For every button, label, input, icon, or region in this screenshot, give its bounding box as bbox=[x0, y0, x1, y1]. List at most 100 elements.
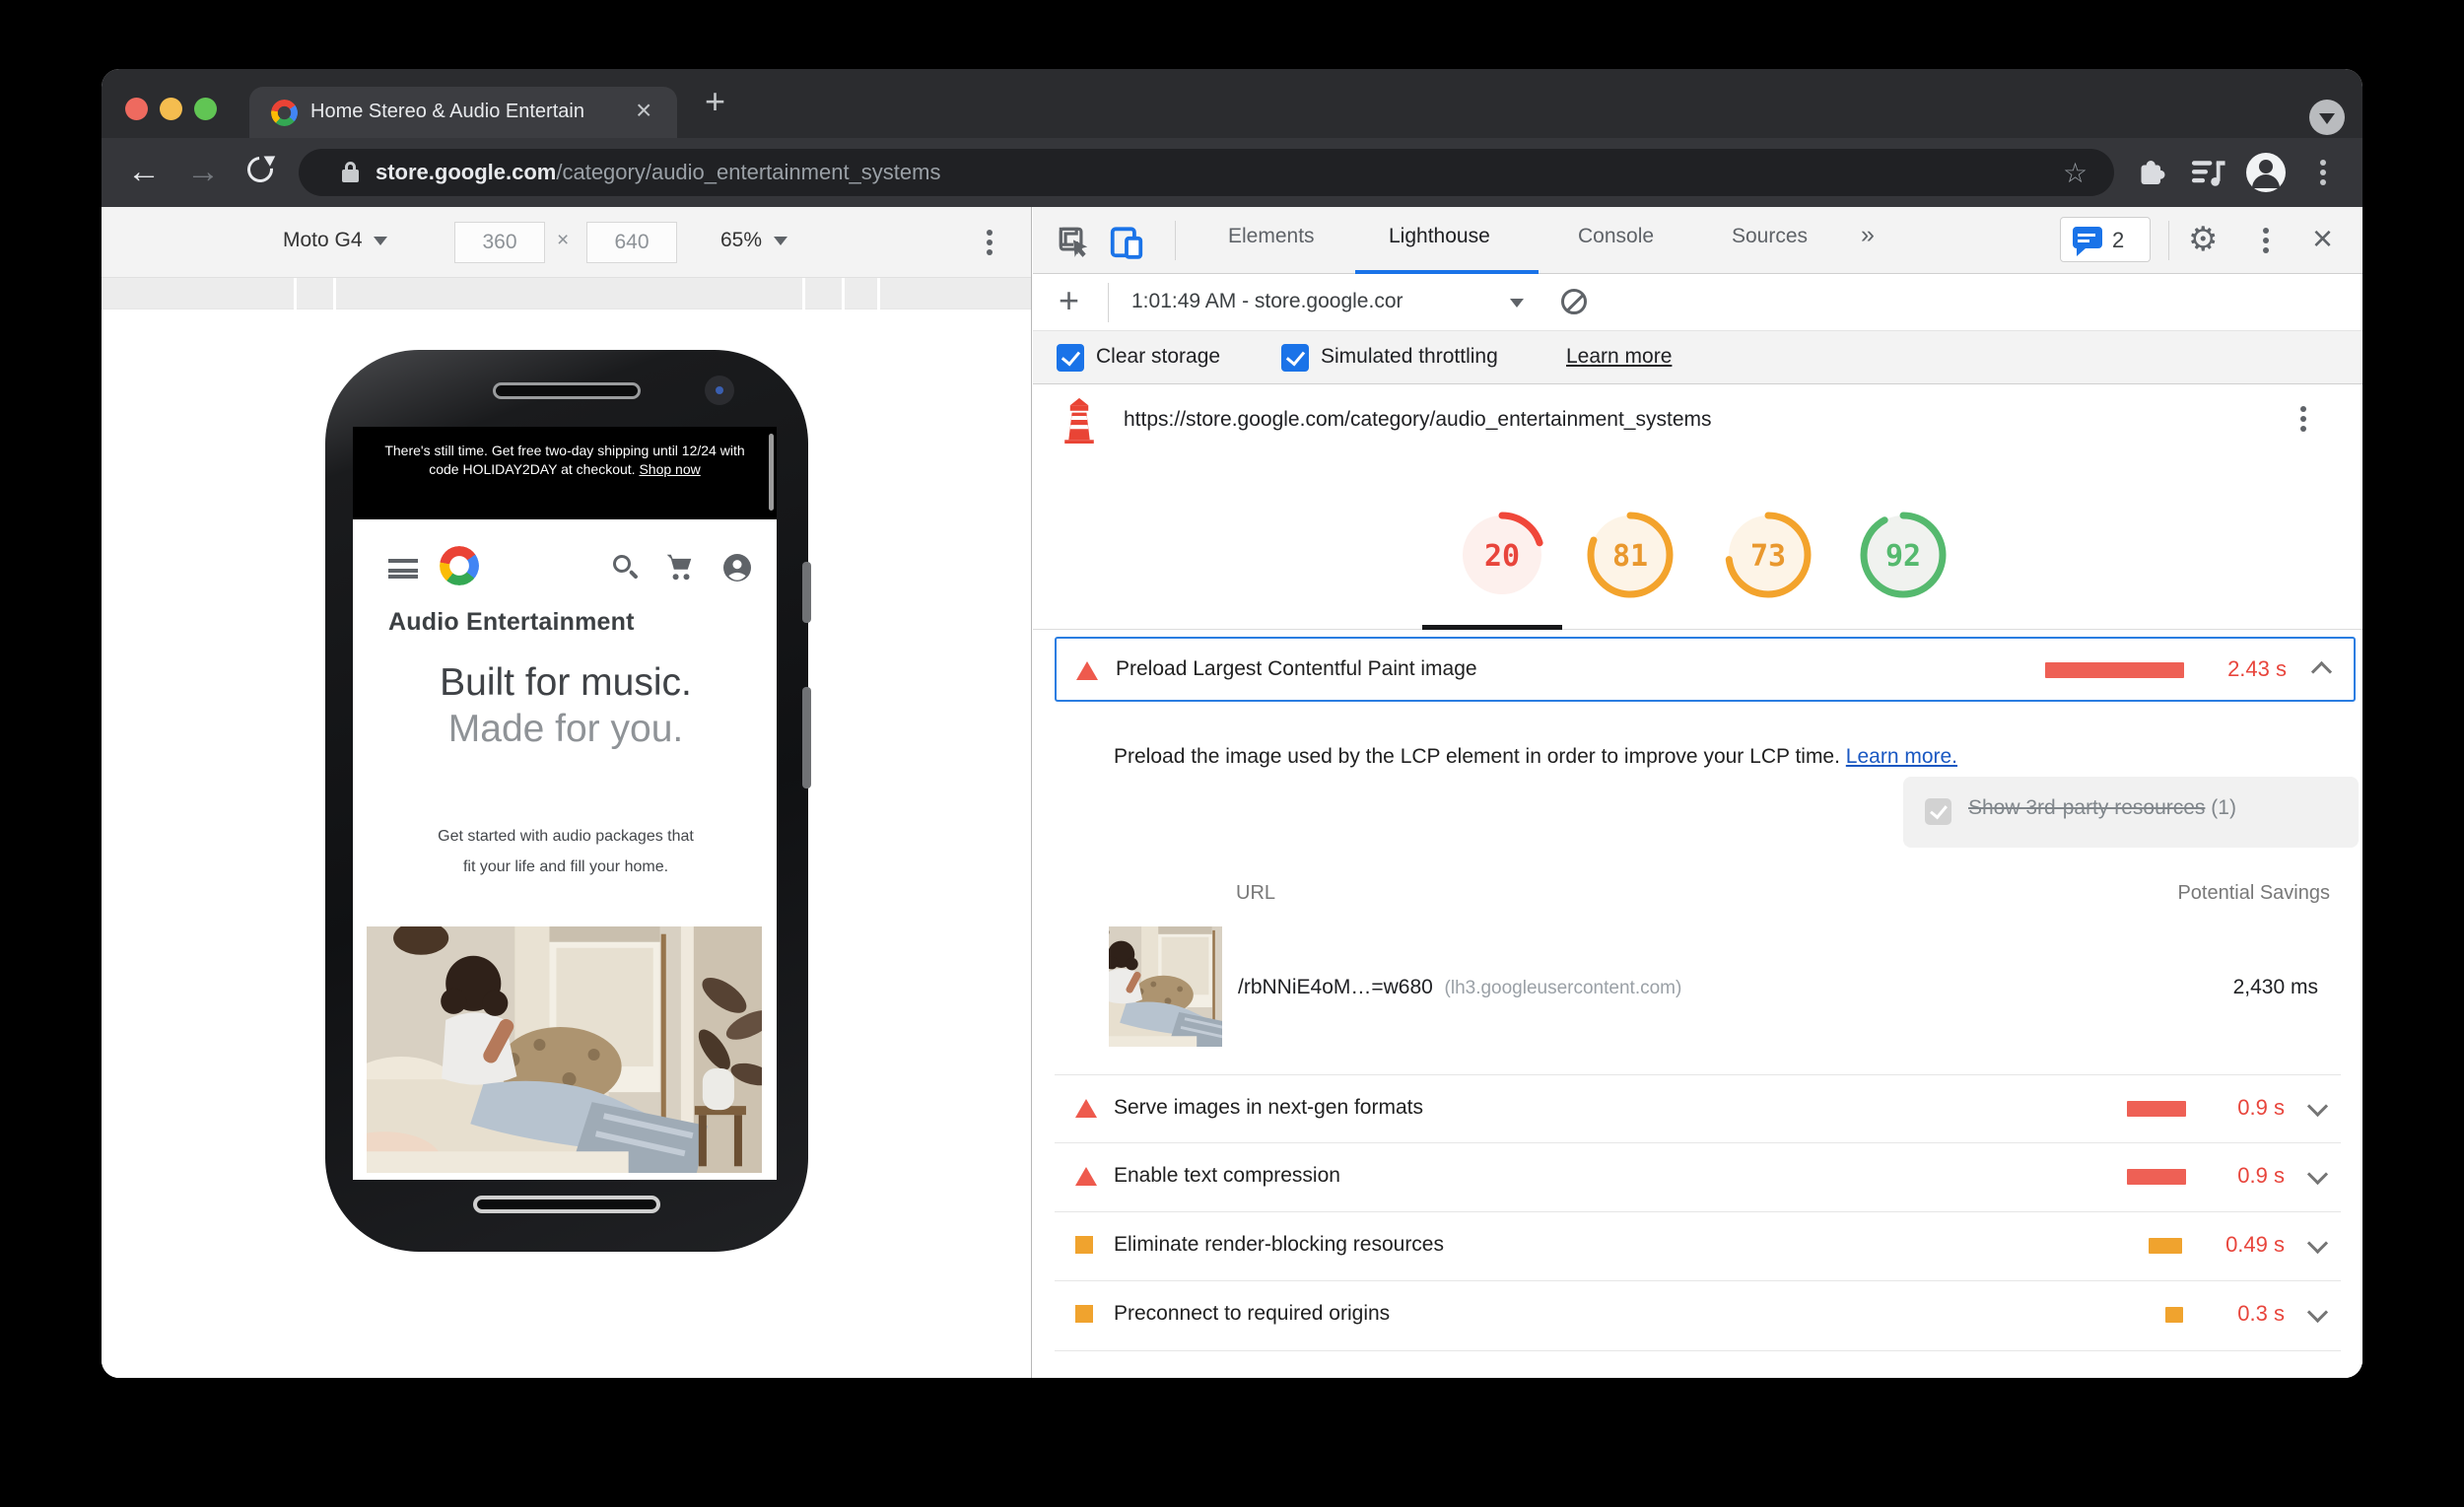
new-tab-button[interactable]: + bbox=[705, 83, 725, 120]
throttling-checkbox[interactable] bbox=[1281, 344, 1309, 372]
clear-reports-icon[interactable] bbox=[1561, 289, 1587, 314]
tab-lighthouse[interactable]: Lighthouse bbox=[1389, 225, 1490, 248]
promo-banner: There's still time. Get free two-day shi… bbox=[353, 427, 777, 519]
maximize-window-button[interactable] bbox=[194, 98, 217, 120]
warn-square-icon bbox=[1075, 1236, 1093, 1254]
fail-triangle-icon bbox=[1076, 661, 1098, 680]
savings-cell: 2,430 ms bbox=[2232, 976, 2318, 998]
phone-home-bar bbox=[473, 1196, 660, 1213]
tab-sources[interactable]: Sources bbox=[1732, 225, 1808, 248]
toggle-device-toolbar-icon[interactable] bbox=[1108, 223, 1145, 260]
issues-bubble-icon bbox=[2073, 227, 2102, 256]
more-tabs-chevron[interactable]: » bbox=[1861, 221, 1875, 249]
forward-button[interactable]: → bbox=[186, 153, 220, 191]
svg-text:73: 73 bbox=[1750, 539, 1786, 574]
google-logo-icon[interactable] bbox=[440, 546, 479, 585]
browser-menu-kebab-icon[interactable] bbox=[2320, 160, 2326, 185]
chevron-down-icon bbox=[1510, 299, 1524, 308]
learn-more-link[interactable]: Learn more bbox=[1566, 345, 1672, 369]
close-window-button[interactable] bbox=[125, 98, 148, 120]
devtools-pane: Elements Lighthouse Console Sources » 2 … bbox=[1033, 207, 2362, 1378]
bookmark-star-icon[interactable]: ☆ bbox=[2063, 157, 2088, 189]
issues-counter[interactable]: 2 bbox=[2060, 217, 2151, 262]
audit-preload-lcp[interactable]: Preload Largest Contentful Paint image 2… bbox=[1055, 637, 2356, 702]
audit-text-compression[interactable]: Enable text compression 0.9 s bbox=[1033, 1142, 2362, 1210]
third-party-checkbox[interactable] bbox=[1925, 798, 1951, 825]
hamburger-menu-icon[interactable] bbox=[388, 559, 418, 579]
report-select[interactable]: 1:01:49 AM - store.google.cor bbox=[1131, 290, 1403, 313]
chevron-down-icon[interactable] bbox=[2306, 1301, 2329, 1324]
separator bbox=[1108, 283, 1109, 322]
address-bar[interactable]: store.google.com/category/audio_entertai… bbox=[299, 149, 2114, 196]
device-toolbar-menu-kebab-icon[interactable] bbox=[987, 230, 992, 255]
device-height-input[interactable]: 640 bbox=[586, 222, 677, 263]
zoom-select[interactable]: 65% bbox=[720, 229, 787, 252]
audit-value: 0.3 s bbox=[2237, 1301, 2285, 1326]
phone-speaker bbox=[493, 382, 641, 399]
tab-title: Home Stereo & Audio Entertain bbox=[310, 101, 584, 122]
chevron-down-icon bbox=[2319, 113, 2335, 124]
device-select[interactable]: Moto G4 bbox=[283, 229, 388, 252]
hero-light-text: Made for you. bbox=[447, 708, 684, 750]
desktop-background: Home Stereo & Audio Entertain × + ← → st… bbox=[0, 0, 2464, 1507]
audit-value: 0.49 s bbox=[2225, 1232, 2285, 1257]
fail-triangle-icon bbox=[1075, 1167, 1097, 1186]
fail-triangle-icon bbox=[1075, 1099, 1097, 1118]
tab-close-icon[interactable]: × bbox=[636, 97, 651, 124]
close-devtools-icon[interactable]: × bbox=[2312, 221, 2333, 256]
new-report-button[interactable]: + bbox=[1059, 280, 1079, 321]
url-path: /category/audio_entertainment_systems bbox=[556, 160, 941, 184]
profile-avatar[interactable] bbox=[2246, 153, 2286, 192]
minimize-window-button[interactable] bbox=[160, 98, 182, 120]
search-icon[interactable] bbox=[613, 555, 631, 573]
audit-render-blocking[interactable]: Eliminate render-blocking resources 0.49… bbox=[1033, 1211, 2362, 1279]
browser-navbar: ← → store.google.com/category/audio_ente… bbox=[102, 138, 2362, 207]
impact-bar bbox=[2045, 662, 2184, 678]
learn-more-link[interactable]: Learn more. bbox=[1846, 745, 1957, 768]
chevron-up-icon[interactable] bbox=[2310, 660, 2333, 683]
browser-tab[interactable]: Home Stereo & Audio Entertain × bbox=[249, 87, 677, 138]
tab-favicon-google-icon bbox=[271, 100, 298, 126]
shop-now-link[interactable]: Shop now bbox=[639, 461, 700, 477]
tab-console[interactable]: Console bbox=[1578, 225, 1654, 248]
back-button[interactable]: ← bbox=[127, 153, 161, 191]
hero-dark-text: Built for music. bbox=[440, 661, 692, 704]
device-canvas: There's still time. Get free two-day shi… bbox=[102, 309, 1031, 1378]
phone-camera bbox=[705, 376, 734, 405]
device-ruler bbox=[102, 278, 1031, 309]
throttling-label: Simulated throttling bbox=[1321, 345, 1498, 368]
phone-mockup: There's still time. Get free two-day shi… bbox=[325, 350, 811, 1252]
lighthouse-settings-row: Clear storage Simulated throttling Learn… bbox=[1033, 331, 2362, 384]
media-controls-icon[interactable] bbox=[2189, 156, 2226, 189]
extensions-puzzle-icon[interactable] bbox=[2134, 155, 2169, 190]
audit-serve-next-gen[interactable]: Serve images in next-gen formats 0.9 s bbox=[1033, 1074, 2362, 1142]
category-heading: Audio Entertainment bbox=[388, 608, 635, 636]
score-gauge-accessibility[interactable]: 81 bbox=[1583, 508, 1677, 602]
clear-storage-checkbox[interactable] bbox=[1057, 344, 1084, 372]
audit-title: Serve images in next-gen formats bbox=[1114, 1096, 1423, 1119]
devtools-menu-kebab-icon[interactable] bbox=[2263, 228, 2269, 253]
chevron-down-icon[interactable] bbox=[2306, 1095, 2329, 1118]
gear-icon[interactable]: ⚙ bbox=[2188, 220, 2218, 259]
score-gauge-performance[interactable]: 20 bbox=[1455, 508, 1549, 602]
audit-preconnect[interactable]: Preconnect to required origins 0.3 s bbox=[1033, 1280, 2362, 1348]
report-menu-kebab-icon[interactable] bbox=[2300, 406, 2306, 432]
score-gauge-seo[interactable]: 92 bbox=[1856, 508, 1951, 602]
browser-titlebar: Home Stereo & Audio Entertain × + bbox=[102, 69, 2362, 138]
chrome-user-chevron-button[interactable] bbox=[2309, 100, 2345, 135]
chevron-down-icon[interactable] bbox=[2306, 1163, 2329, 1186]
page-scrollbar-thumb[interactable] bbox=[769, 434, 774, 511]
inspect-cursor-icon[interactable] bbox=[1055, 223, 1092, 260]
url-column-header: URL bbox=[1236, 882, 1276, 904]
chevron-down-icon[interactable] bbox=[2306, 1232, 2329, 1255]
audit-value: 2.43 s bbox=[2227, 656, 2287, 681]
account-icon[interactable] bbox=[721, 552, 753, 583]
device-toolbar: Moto G4 360 × 640 65% bbox=[102, 207, 1031, 278]
cart-icon[interactable] bbox=[662, 552, 696, 582]
score-gauge-best-practices[interactable]: 73 bbox=[1721, 508, 1815, 602]
chevron-down-icon bbox=[374, 236, 388, 245]
tab-elements[interactable]: Elements bbox=[1228, 225, 1315, 248]
url-text[interactable]: store.google.com/category/audio_entertai… bbox=[376, 160, 940, 185]
audit-title: Enable text compression bbox=[1114, 1164, 1340, 1187]
device-width-input[interactable]: 360 bbox=[454, 222, 545, 263]
